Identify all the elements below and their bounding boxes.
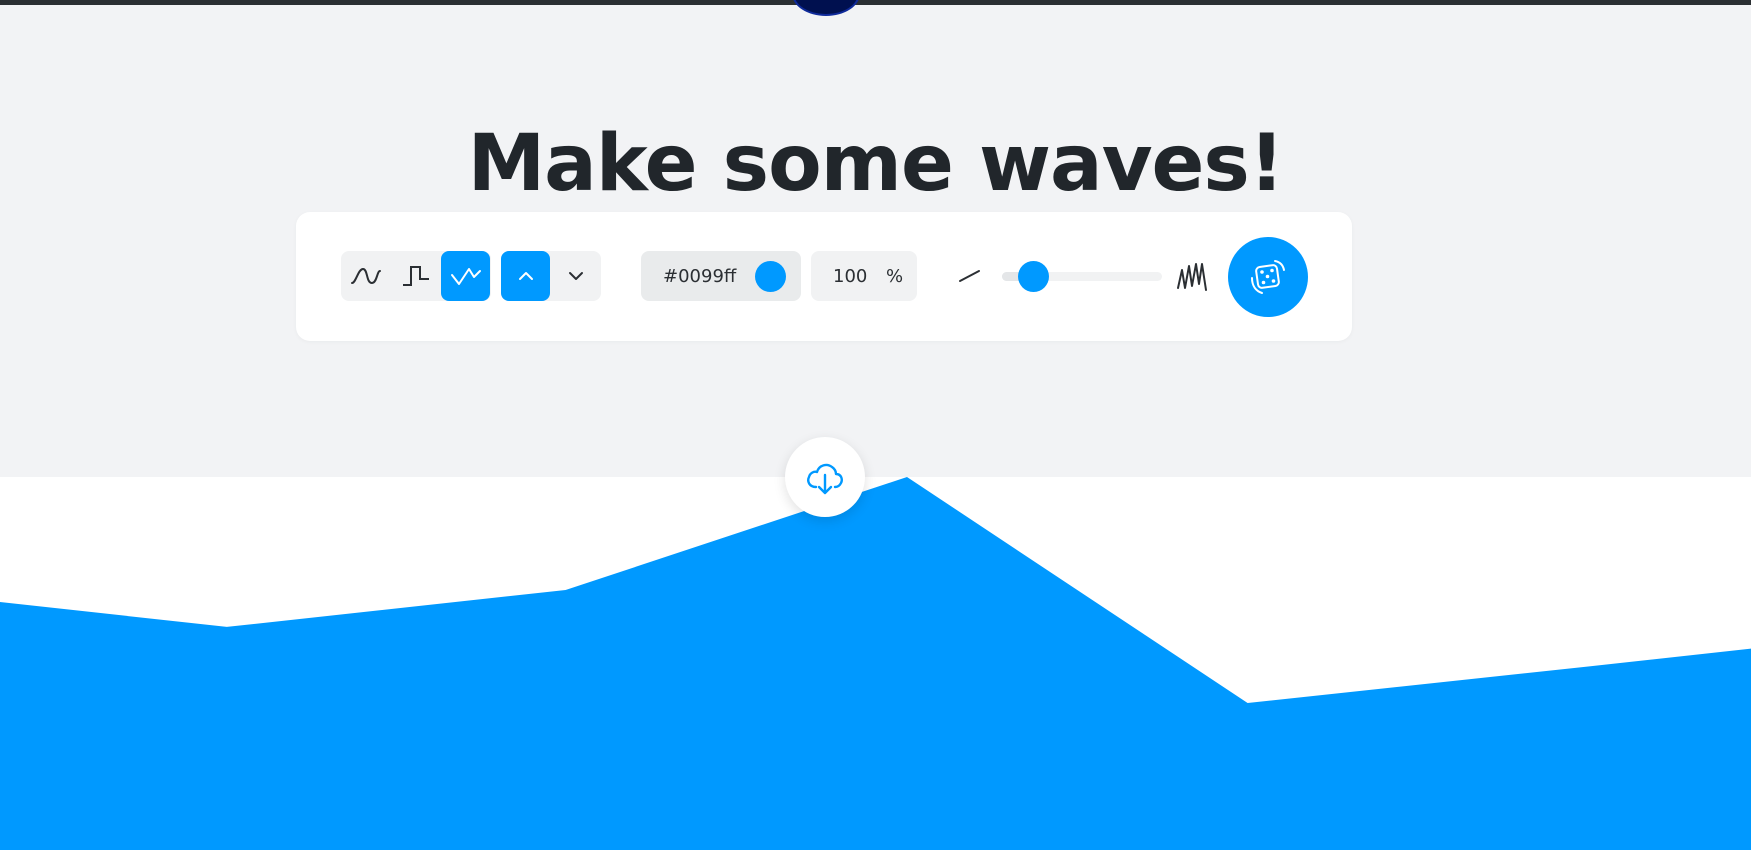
opacity-value[interactable]: 100: [833, 266, 867, 287]
opacity-field[interactable]: 100 %: [811, 251, 917, 301]
wave-type-step-button[interactable]: [391, 251, 440, 301]
step-wave-icon: [402, 266, 429, 286]
wave-shape: [0, 477, 1751, 850]
wave-canvas: [0, 477, 1751, 850]
dice-icon: [1251, 260, 1285, 294]
high-complexity-icon: [1177, 263, 1207, 291]
wave-preview: [0, 477, 1751, 850]
complexity-slider-thumb[interactable]: [1018, 261, 1049, 292]
avatar[interactable]: [792, 0, 860, 16]
hero-section: Make some waves! #0099ff 100 %: [0, 0, 1751, 477]
chevron-up-icon: [518, 272, 533, 280]
page-title: Make some waves!: [467, 119, 1285, 210]
chevron-down-icon: [568, 272, 583, 280]
color-picker[interactable]: #0099ff: [641, 251, 801, 301]
complexity-slider[interactable]: [1002, 261, 1162, 292]
wave-type-selector: [341, 251, 491, 301]
wave-type-smooth-button[interactable]: [341, 251, 390, 301]
color-swatch[interactable]: [755, 261, 786, 292]
wave-direction-selector: [501, 251, 601, 301]
sine-wave-icon: [350, 267, 381, 285]
wave-type-peak-button[interactable]: [441, 251, 490, 301]
wave-toolbar: #0099ff 100 %: [296, 212, 1352, 341]
opacity-unit: %: [886, 266, 904, 287]
download-button[interactable]: [785, 437, 865, 517]
peak-wave-icon: [450, 268, 481, 285]
direction-up-button[interactable]: [501, 251, 550, 301]
low-complexity-icon: [959, 270, 980, 282]
cloud-download-icon: [807, 463, 843, 495]
color-hex-value[interactable]: #0099ff: [663, 266, 736, 287]
randomize-button[interactable]: [1228, 237, 1308, 317]
direction-down-button[interactable]: [551, 251, 600, 301]
